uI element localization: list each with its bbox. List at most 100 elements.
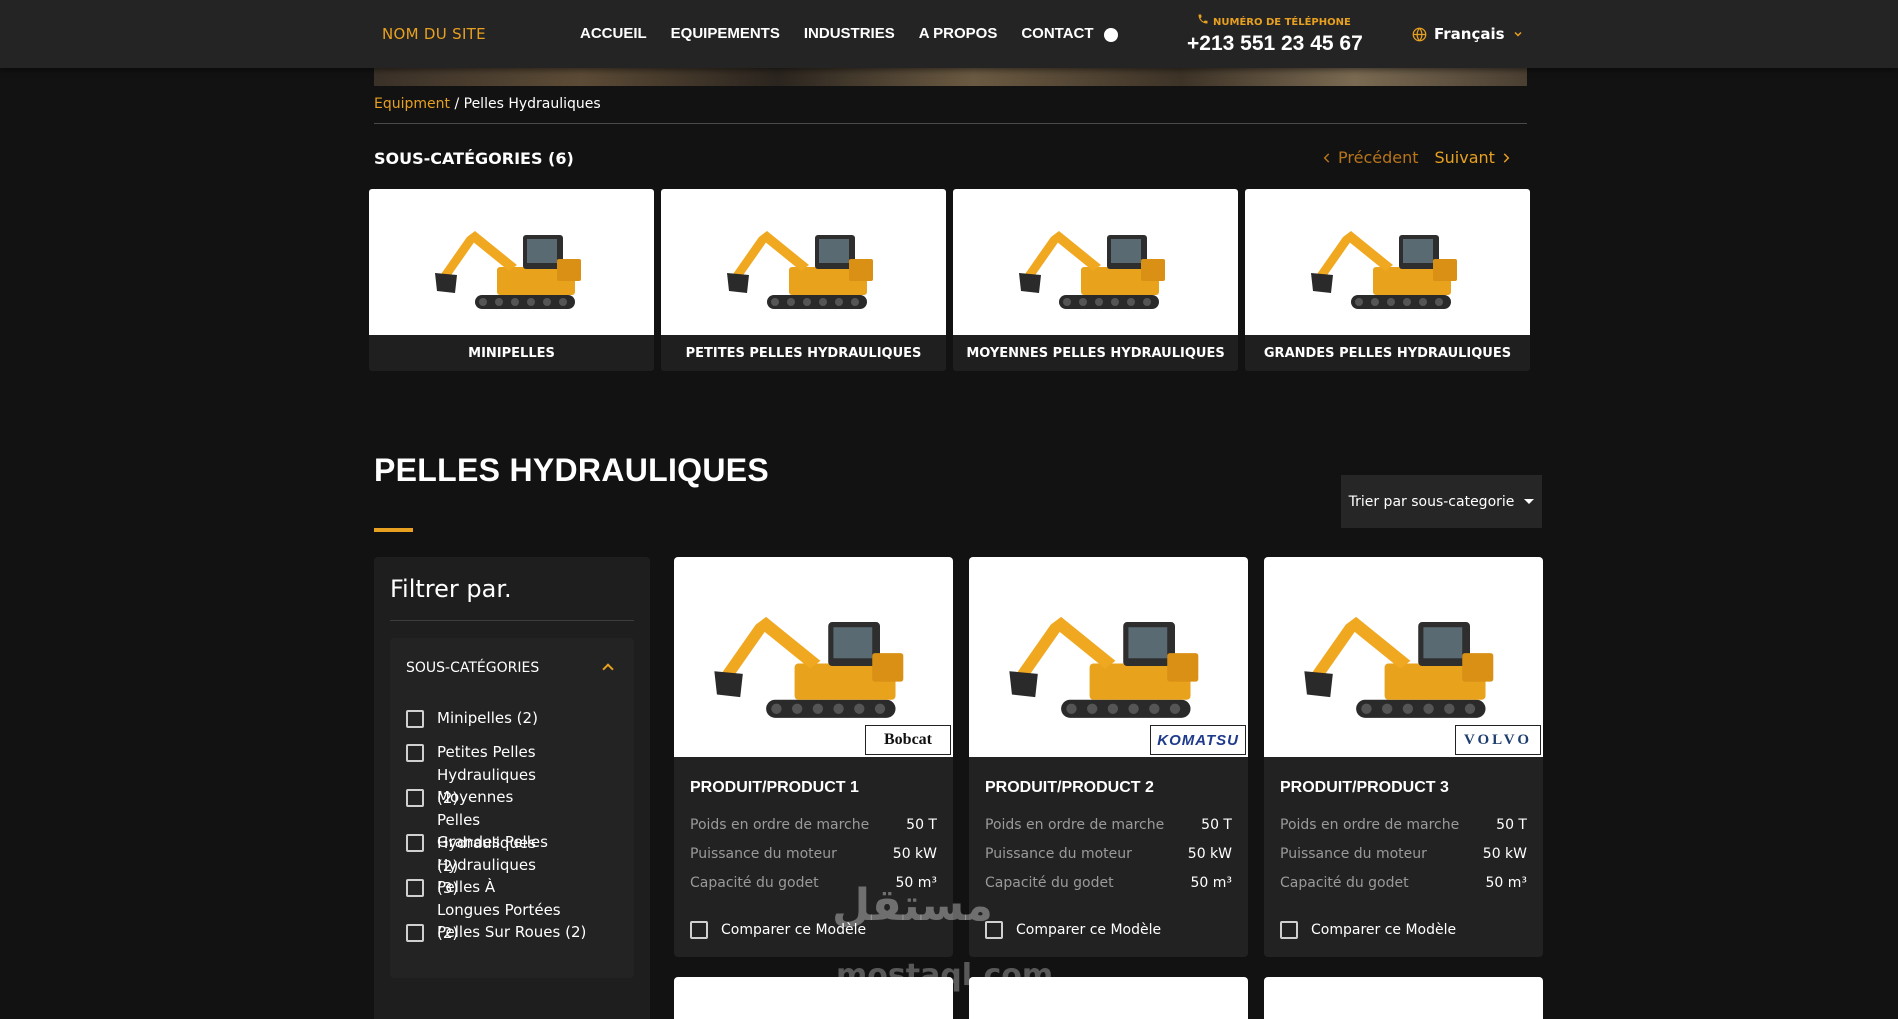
spec-value: 50 kW [1187, 846, 1232, 862]
compare-label: Comparer ce Modèle [1311, 922, 1457, 938]
spec-row: Puissance du moteur 50 kW [690, 846, 937, 862]
product-card[interactable] [969, 977, 1248, 1019]
spec-row: Capacité du godet 50 m³ [690, 875, 937, 891]
product-card[interactable]: VOLVO PRODUIT/PRODUCT 3 Poids en ordre d… [1264, 557, 1543, 957]
spec-row: Capacité du godet 50 m³ [985, 875, 1232, 891]
filter-panel: Filtrer par. SOUS-CATÉGORIES Minipelles … [374, 557, 650, 1019]
breadcrumb-separator: / [450, 96, 464, 112]
filter-title: Filtrer par. [390, 575, 512, 603]
brand-logo-volvo: VOLVO [1455, 725, 1541, 755]
spec-key: Capacité du godet [1280, 875, 1409, 891]
title-accent-bar [374, 528, 413, 532]
nav-item-contact[interactable]: CONTACT i [1021, 25, 1118, 43]
checkbox[interactable] [985, 921, 1003, 939]
language-label: Français [1434, 25, 1505, 43]
phone-number[interactable]: +213 551 23 45 67 [1187, 32, 1363, 56]
filter-option-label: Minipelles (2) [437, 709, 538, 727]
product-image: VOLVO [1264, 557, 1543, 757]
spec-row: Puissance du moteur 50 kW [985, 846, 1232, 862]
filter-option-minipelles[interactable]: Minipelles (2) [406, 707, 616, 730]
filter-divider [390, 620, 634, 621]
product-card[interactable] [1264, 977, 1543, 1019]
spec-key: Poids en ordre de marche [690, 817, 870, 833]
info-icon[interactable]: i [1103, 26, 1118, 43]
next-label: Suivant [1434, 148, 1495, 167]
checkbox[interactable] [406, 789, 424, 807]
checkbox[interactable] [690, 921, 708, 939]
subcategory-card-petites[interactable]: PETITES PELLES HYDRAULIQUES [661, 189, 946, 371]
sort-dropdown[interactable]: Trier par sous-categorie [1341, 475, 1542, 528]
subcategory-pager: Précédent Suivant [1320, 148, 1513, 167]
filter-option-label: Pelles Sur Roues (2) [437, 923, 587, 941]
subcategory-card-grandes[interactable]: GRANDES PELLES HYDRAULIQUES [1245, 189, 1530, 371]
compare-toggle[interactable]: Comparer ce Modèle [690, 921, 866, 939]
checkbox[interactable] [406, 710, 424, 728]
spec-key: Capacité du godet [985, 875, 1114, 891]
nav-item-industries[interactable]: INDUSTRIES [804, 25, 895, 42]
spec-row: Puissance du moteur 50 kW [1280, 846, 1527, 862]
chevron-up-icon [602, 663, 614, 675]
subcategory-label: GRANDES PELLES HYDRAULIQUES [1263, 345, 1512, 361]
checkbox[interactable] [406, 834, 424, 852]
brand-logo-bobcat: Bobcat [865, 725, 951, 755]
spec-key: Poids en ordre de marche [1280, 817, 1460, 833]
product-name[interactable]: PRODUIT/PRODUCT 3 [1280, 779, 1449, 797]
breadcrumb-link-equipment[interactable]: Equipment [374, 96, 450, 112]
checkbox[interactable] [406, 879, 424, 897]
product-card[interactable] [674, 977, 953, 1019]
spec-value: 50 T [1201, 817, 1232, 833]
spec-key: Puissance du moteur [690, 846, 837, 862]
filter-group: SOUS-CATÉGORIES Minipelles (2) Petites P… [390, 638, 634, 978]
next-button[interactable]: Suivant [1435, 148, 1513, 167]
product-name[interactable]: PRODUIT/PRODUCT 2 [985, 779, 1154, 797]
subcategory-card-moyennes[interactable]: MOYENNES PELLES HYDRAULIQUES [953, 189, 1238, 371]
compare-toggle[interactable]: Comparer ce Modèle [1280, 921, 1456, 939]
nav-item-accueil[interactable]: ACCUEIL [580, 25, 647, 42]
spec-value: 50 T [1496, 817, 1527, 833]
caret-down-icon [1524, 499, 1535, 504]
checkbox[interactable] [1280, 921, 1298, 939]
product-card[interactable]: Bobcat PRODUIT/PRODUCT 1 Poids en ordre … [674, 557, 953, 957]
nav-item-a-propos[interactable]: A PROPOS [919, 25, 998, 42]
page-title: PELLES HYDRAULIQUES [374, 452, 770, 488]
brand-logo-komatsu: KOMATSU [1150, 725, 1246, 755]
filter-option-sur-roues[interactable]: Pelles Sur Roues (2) [406, 921, 616, 944]
excavator-image [1245, 189, 1530, 335]
subcategory-label: MOYENNES PELLES HYDRAULIQUES [966, 345, 1225, 361]
spec-row: Poids en ordre de marche 50 T [1280, 817, 1527, 833]
excavator-image [661, 189, 946, 335]
compare-toggle[interactable]: Comparer ce Modèle [985, 921, 1161, 939]
product-card[interactable]: KOMATSU PRODUIT/PRODUCT 2 Poids en ordre… [969, 557, 1248, 957]
checkbox[interactable] [406, 924, 424, 942]
spec-value: 50 m³ [1485, 875, 1527, 891]
compare-label: Comparer ce Modèle [721, 922, 867, 938]
chevron-right-icon [1503, 152, 1510, 163]
language-selector[interactable]: Français [1412, 25, 1524, 43]
nav-item-contact-label: CONTACT [1021, 25, 1094, 42]
previous-button[interactable]: Précédent [1320, 148, 1419, 167]
filter-group-toggle[interactable]: SOUS-CATÉGORIES [406, 660, 618, 676]
product-name[interactable]: PRODUIT/PRODUCT 1 [690, 779, 859, 797]
spec-key: Poids en ordre de marche [985, 817, 1165, 833]
excavator-image [953, 189, 1238, 335]
subcategory-label: MINIPELLES [468, 345, 555, 361]
product-image [674, 977, 953, 1019]
subcategories-title: SOUS-CATÉGORIES (6) [374, 149, 574, 168]
product-image: KOMATSU [969, 557, 1248, 757]
chevron-left-icon [1323, 152, 1330, 163]
phone-label: NUMÉRO DE TÉLÉPHONE [1196, 13, 1351, 28]
spec-row: Poids en ordre de marche 50 T [690, 817, 937, 833]
breadcrumb-divider [374, 123, 1527, 124]
spec-key: Puissance du moteur [1280, 846, 1427, 862]
breadcrumb-current: Pelles Hydrauliques [463, 96, 601, 112]
phone-icon [1198, 14, 1208, 24]
main-nav: ACCUEIL EQUIPEMENTS INDUSTRIES A PROPOS … [580, 25, 1118, 43]
subcategory-card-minipelles[interactable]: MINIPELLES [369, 189, 654, 371]
nav-item-equipements[interactable]: EQUIPEMENTS [671, 25, 780, 42]
breadcrumb: Equipment / Pelles Hydrauliques [374, 96, 601, 112]
site-logo-name[interactable]: NOM DU SITE [382, 25, 486, 43]
excavator-image [369, 189, 654, 335]
globe-icon [1412, 27, 1427, 41]
spec-value: 50 T [906, 817, 937, 833]
checkbox[interactable] [406, 744, 424, 762]
